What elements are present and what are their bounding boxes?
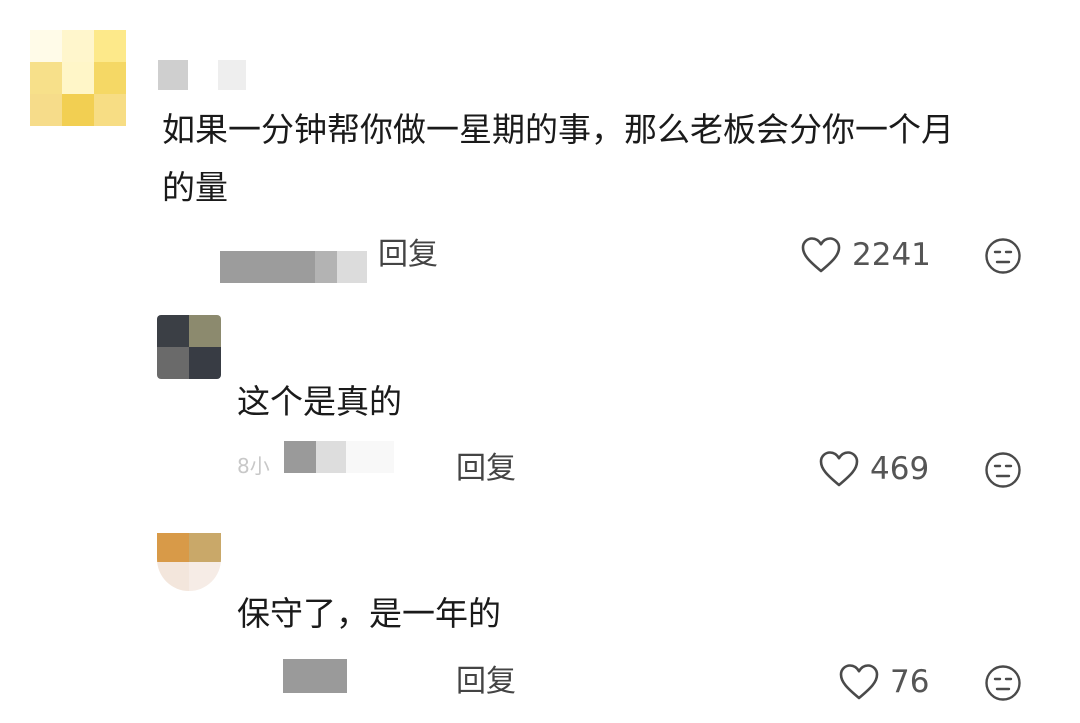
like-count: 2241 [852, 237, 931, 273]
comment-meta-blurred [284, 441, 394, 473]
avatar[interactable] [30, 30, 126, 126]
reply-button[interactable]: 回复 [456, 449, 516, 489]
comment-text-continued: 的量 [162, 168, 228, 207]
neutral-face-icon[interactable] [984, 237, 1022, 275]
avatar[interactable] [157, 315, 221, 379]
avatar[interactable] [157, 533, 221, 591]
neutral-face-icon[interactable] [984, 664, 1022, 702]
comment-meta-blurred [220, 251, 367, 283]
heart-outline-icon [819, 451, 859, 487]
comment-text: 保守了，是一年的 [237, 594, 501, 633]
reply-button[interactable]: 回复 [378, 235, 438, 275]
username-blurred[interactable] [158, 60, 258, 90]
comment-text: 如果一分钟帮你做一星期的事，那么老板会分你一个月 [162, 110, 954, 149]
comment-meta-blurred [283, 659, 347, 693]
like-button[interactable]: 76 [838, 662, 929, 702]
like-count: 76 [890, 664, 930, 700]
comment-text: 这个是真的 [237, 382, 402, 421]
neutral-face-icon[interactable] [984, 451, 1022, 489]
like-button[interactable]: 2241 [800, 235, 931, 275]
time-fragment: 8小 [237, 454, 270, 478]
heart-outline-icon [801, 237, 841, 273]
reply-button[interactable]: 回复 [456, 662, 516, 702]
like-button[interactable]: 469 [818, 449, 929, 489]
like-count: 469 [870, 451, 930, 487]
heart-outline-icon [839, 664, 879, 700]
